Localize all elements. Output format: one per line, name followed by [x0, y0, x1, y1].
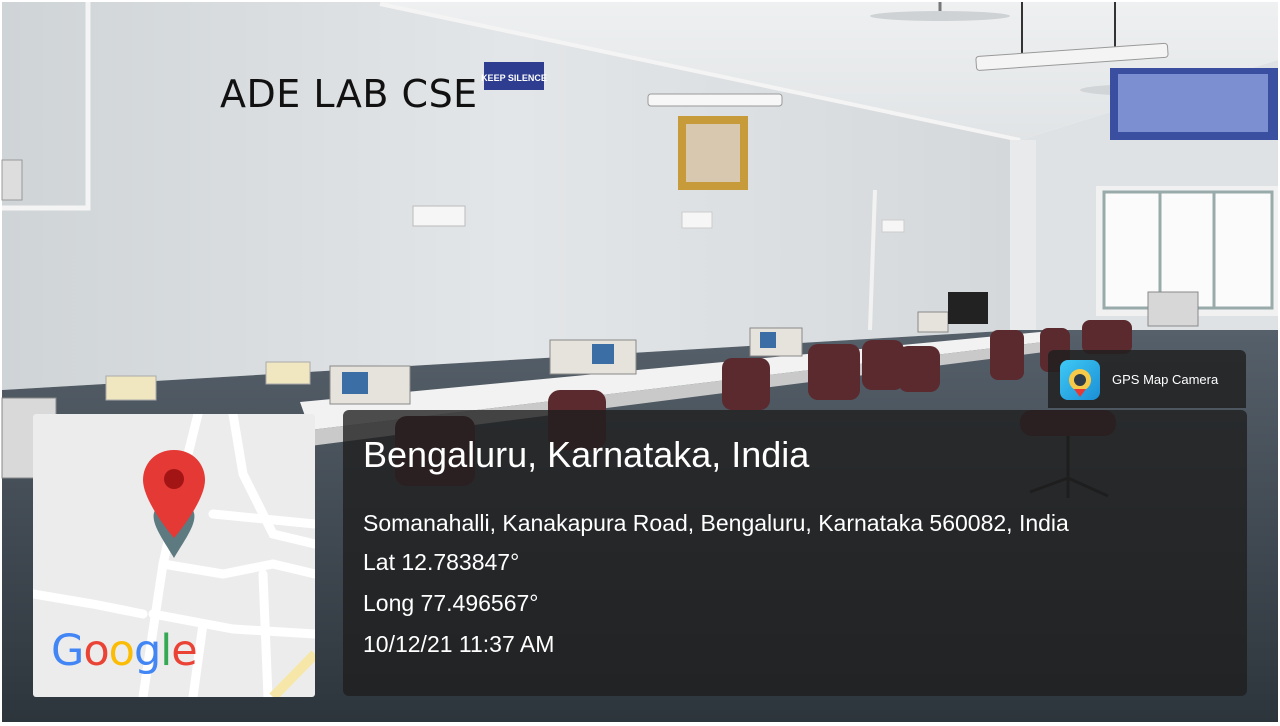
latitude: Lat 12.783847°: [363, 549, 520, 575]
google-logo: Google: [51, 626, 198, 676]
location-title: Bengaluru, Karnataka, India: [363, 434, 810, 475]
app-badge: GPS Map Camera: [1048, 350, 1246, 408]
app-name: GPS Map Camera: [1112, 372, 1219, 387]
map-pin-icon: [141, 446, 207, 562]
location-address: Somanahalli, Kanakapura Road, Bengaluru,…: [363, 510, 1069, 536]
datetime: 10/12/21 11:37 AM: [363, 631, 555, 657]
photo-caption: ADE LAB CSE: [220, 72, 478, 116]
camera-pin-icon: [1060, 360, 1100, 400]
longitude: Long 77.496567°: [363, 590, 539, 616]
map-thumbnail: Google: [33, 414, 315, 697]
